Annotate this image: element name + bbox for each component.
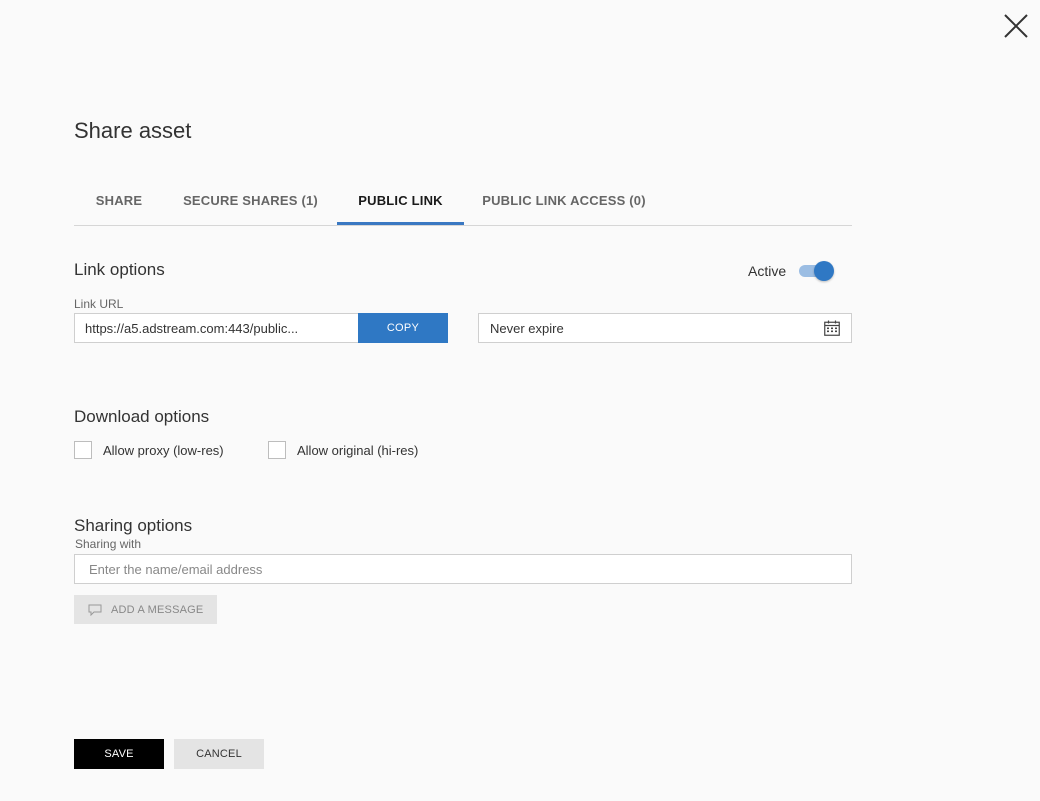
add-message-label: ADD A MESSAGE <box>111 603 204 616</box>
active-toggle-group: Active <box>748 261 835 281</box>
allow-original-label: Allow original (hi-res) <box>297 442 419 458</box>
tab-secure-shares[interactable]: SECURE SHARES (1) <box>164 182 337 225</box>
cancel-button[interactable]: CANCEL <box>174 739 264 769</box>
link-url-field[interactable]: https://a5.adstream.com:443/public... <box>74 313 359 343</box>
active-label: Active <box>748 263 787 279</box>
allow-proxy-label: Allow proxy (low-res) <box>103 442 224 458</box>
allow-proxy-option: Allow proxy (low-res) <box>74 441 224 459</box>
tab-public-link-access[interactable]: PUBLIC LINK ACCESS (0) <box>464 182 664 225</box>
toggle-knob <box>814 261 835 281</box>
active-toggle[interactable] <box>798 261 835 281</box>
sharing-options-title: Sharing options <box>74 516 193 535</box>
tab-bar: SHARE SECURE SHARES (1) PUBLIC LINK PUBL… <box>74 182 852 226</box>
speech-bubble-icon <box>88 604 102 616</box>
close-icon[interactable] <box>1002 12 1030 40</box>
link-options-title: Link options <box>74 260 165 279</box>
sharing-with-input[interactable] <box>74 554 852 584</box>
add-message-button[interactable]: ADD A MESSAGE <box>74 595 217 624</box>
save-button[interactable]: SAVE <box>74 739 164 769</box>
link-url-label: Link URL <box>74 297 124 311</box>
copy-button[interactable]: COPY <box>358 313 448 343</box>
share-asset-dialog: Share asset SHARE SECURE SHARES (1) PUBL… <box>0 0 1040 801</box>
tab-public-link[interactable]: PUBLIC LINK <box>337 182 464 225</box>
download-options-title: Download options <box>74 407 210 426</box>
allow-original-option: Allow original (hi-res) <box>268 441 418 459</box>
calendar-icon[interactable] <box>824 320 840 336</box>
allow-original-checkbox[interactable] <box>268 441 286 459</box>
tab-share[interactable]: SHARE <box>74 182 164 225</box>
allow-proxy-checkbox[interactable] <box>74 441 92 459</box>
sharing-with-label: Sharing with <box>75 537 142 551</box>
expiry-date-field[interactable]: Never expire <box>478 313 852 343</box>
page-title: Share asset <box>74 118 192 143</box>
